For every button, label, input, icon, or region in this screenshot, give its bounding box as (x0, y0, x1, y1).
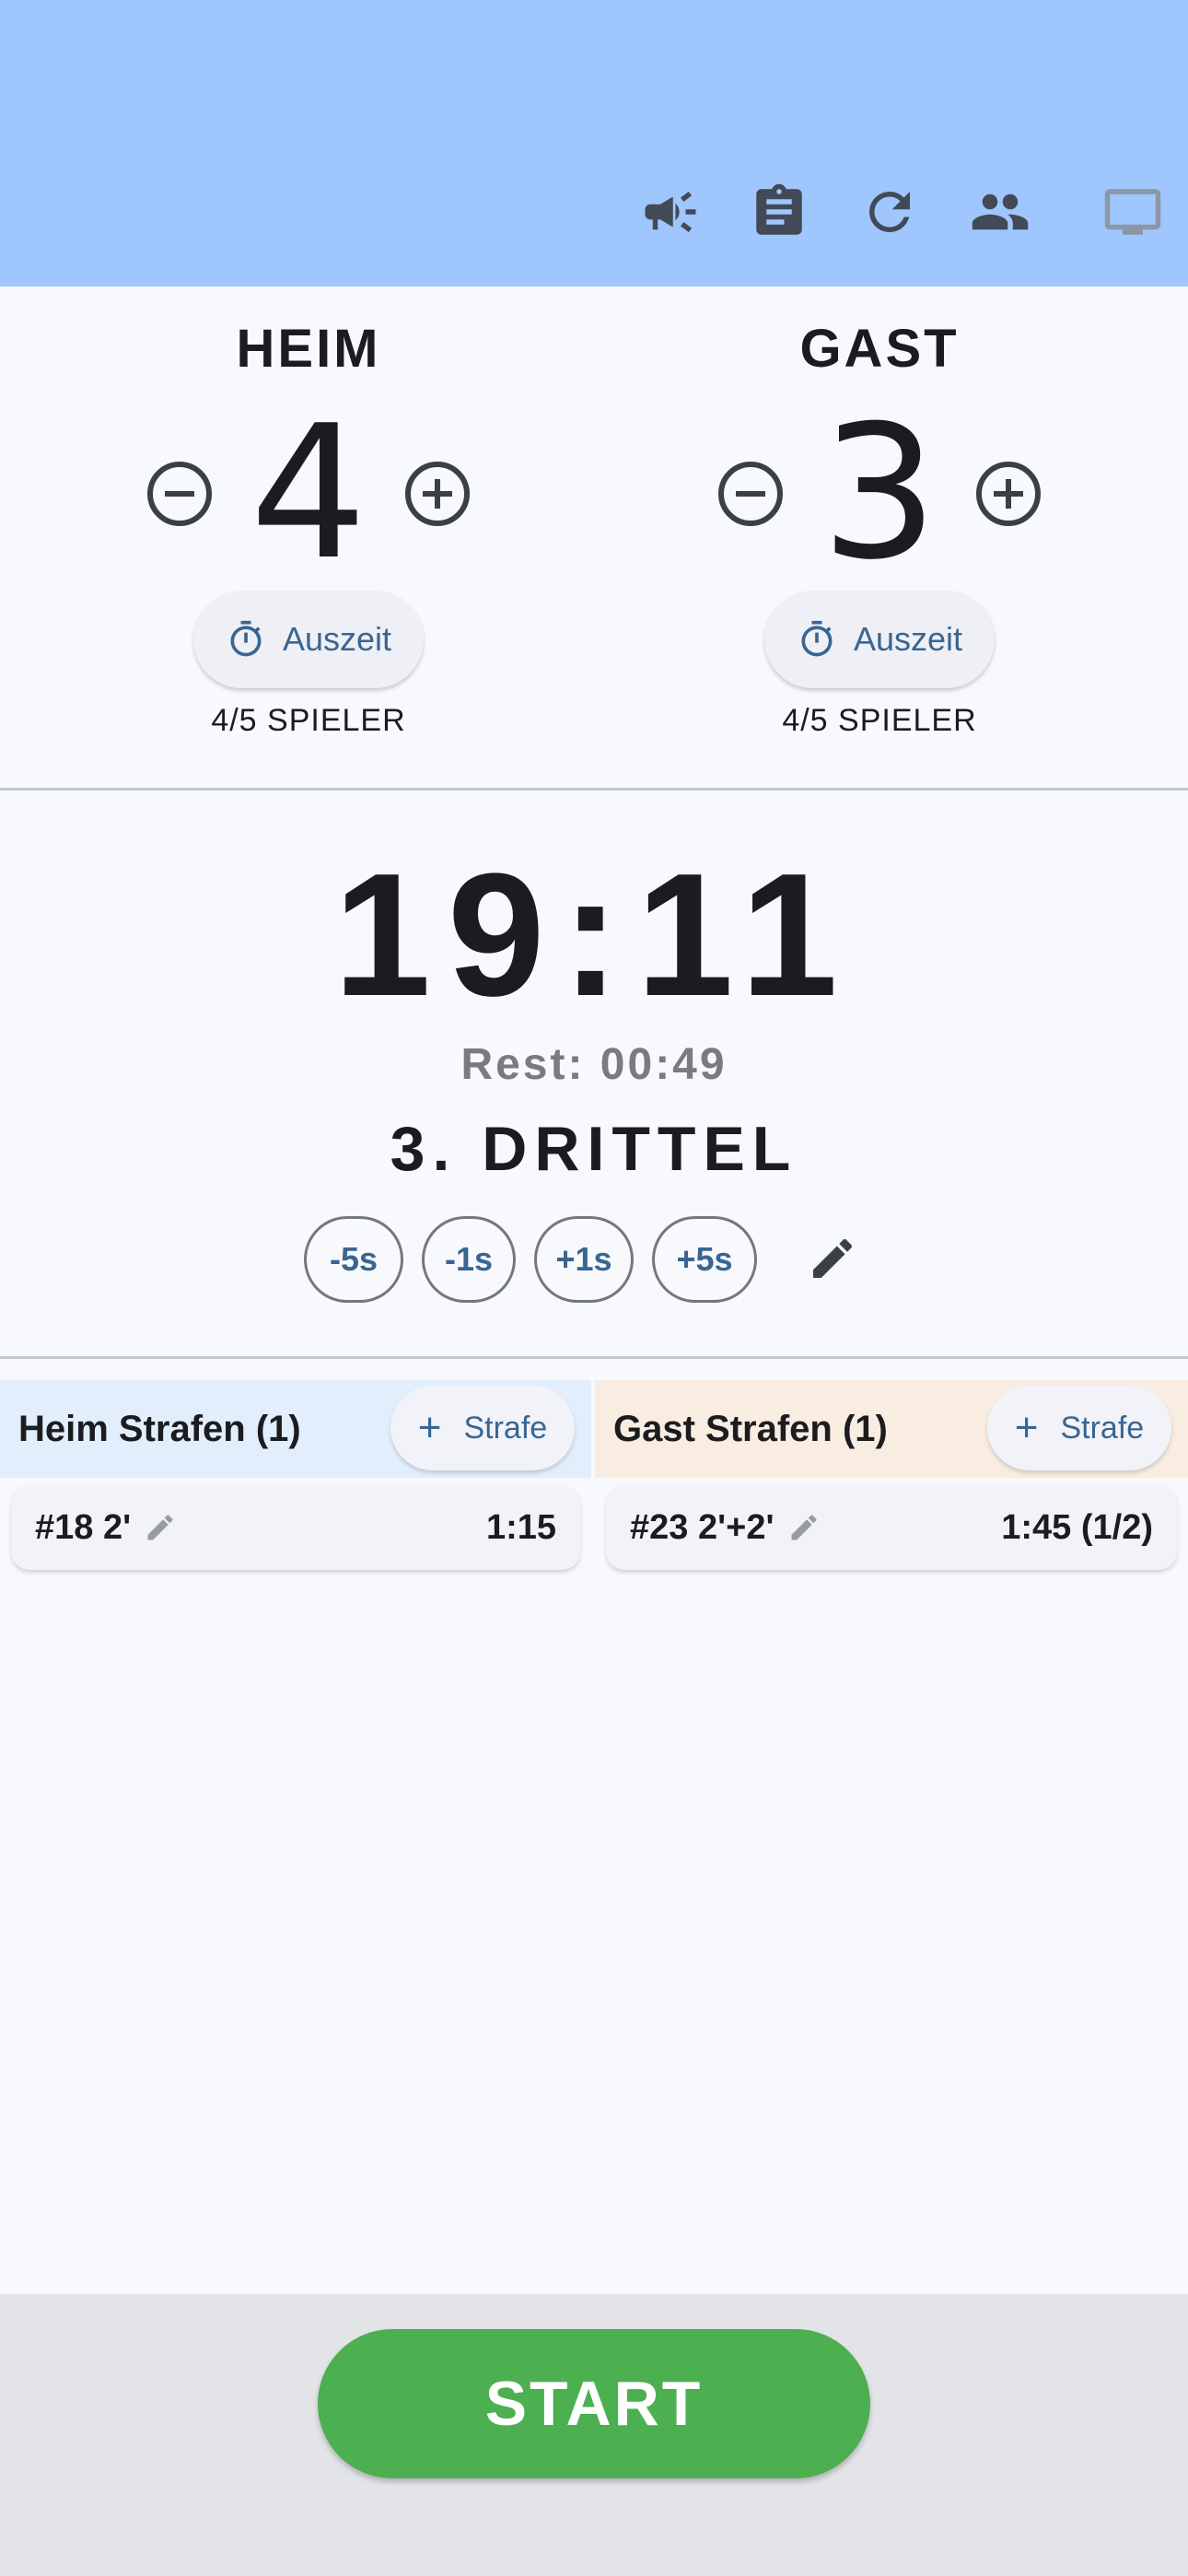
divider (0, 1356, 1188, 1359)
monitor-icon (1104, 189, 1161, 235)
away-score-decrement-button[interactable] (718, 462, 783, 526)
timer-icon (801, 620, 833, 657)
bottom-bar: START (0, 2294, 1188, 2576)
start-button[interactable]: START (318, 2329, 870, 2478)
clipboard-icon (756, 183, 802, 235)
announcement-icon (645, 192, 696, 232)
penalty-time: 1:15 (485, 1507, 556, 1547)
away-timeout-label: Auszeit (853, 620, 963, 658)
home-team-name: HEIM (236, 319, 381, 379)
home-penalties-title: Heim Strafen (1) (18, 1408, 301, 1449)
home-team-panel: HEIM 4 Auszeit 4/5 SPIELER (0, 287, 594, 789)
pencil-icon[interactable] (144, 1511, 177, 1544)
away-team-panel: GAST 3 Auszeit 4/5 SPIELER (571, 287, 1165, 789)
home-timeout-button[interactable]: Auszeit (193, 591, 424, 688)
refresh-icon (869, 192, 910, 232)
pencil-icon (813, 1238, 853, 1278)
announcement-button[interactable] (634, 175, 707, 249)
home-penalties-header: Heim Strafen (1) + Strafe (0, 1380, 591, 1478)
app-bar (0, 0, 1188, 287)
divider (0, 788, 1188, 790)
pencil-icon[interactable] (787, 1511, 821, 1544)
away-player-count: 4/5 SPIELER (782, 703, 977, 738)
away-penalties-title: Gast Strafen (1) (613, 1408, 888, 1449)
plus-icon: + (1014, 1405, 1039, 1450)
plus-icon: + (417, 1405, 442, 1450)
players-button[interactable] (963, 175, 1037, 249)
away-penalties-header: Gast Strafen (1) + Strafe (595, 1380, 1188, 1478)
home-timeout-label: Auszeit (282, 620, 392, 658)
rest-time: Rest: 00:49 (460, 1040, 728, 1089)
people-icon (972, 193, 1029, 230)
game-clock: 19:11 (333, 837, 855, 1033)
away-team-name: GAST (799, 319, 960, 379)
edit-clock-button[interactable] (796, 1222, 869, 1295)
period-label: 3. DRITTEL (390, 1114, 798, 1184)
away-score: 3 (821, 386, 938, 601)
clock-adjust-row: -5s -1s +1s +5s (304, 1216, 757, 1303)
plus-1s-button[interactable]: +1s (534, 1216, 634, 1303)
minus-5s-button[interactable]: -5s (304, 1216, 403, 1303)
home-add-penalty-button[interactable]: + Strafe (390, 1386, 575, 1470)
timer-icon (230, 620, 262, 657)
clipboard-button[interactable] (742, 175, 816, 249)
minus-1s-button[interactable]: -1s (422, 1216, 516, 1303)
penalty-label: #18 2' (35, 1507, 132, 1547)
refresh-button[interactable] (853, 175, 926, 249)
home-penalty-item[interactable]: #18 2' 1:15 (11, 1485, 580, 1570)
away-timeout-button[interactable]: Auszeit (764, 591, 995, 688)
home-score-decrement-button[interactable] (147, 462, 212, 526)
away-score-row: 3 (571, 386, 1188, 601)
home-score: 4 (250, 386, 367, 601)
away-score-increment-button[interactable] (976, 462, 1041, 526)
home-player-count: 4/5 SPIELER (211, 703, 406, 738)
penalty-time: 1:45 (1/2) (1001, 1507, 1153, 1547)
plus-5s-button[interactable]: +5s (652, 1216, 757, 1303)
penalty-label: #23 2'+2' (630, 1507, 775, 1547)
home-score-increment-button[interactable] (405, 462, 470, 526)
away-add-penalty-button[interactable]: + Strafe (987, 1386, 1171, 1470)
away-penalty-item[interactable]: #23 2'+2' 1:45 (1/2) (606, 1485, 1177, 1570)
home-add-penalty-label: Strafe (463, 1410, 548, 1446)
home-score-row: 4 (0, 386, 617, 601)
away-add-penalty-label: Strafe (1060, 1410, 1145, 1446)
display-button[interactable] (1096, 175, 1170, 249)
